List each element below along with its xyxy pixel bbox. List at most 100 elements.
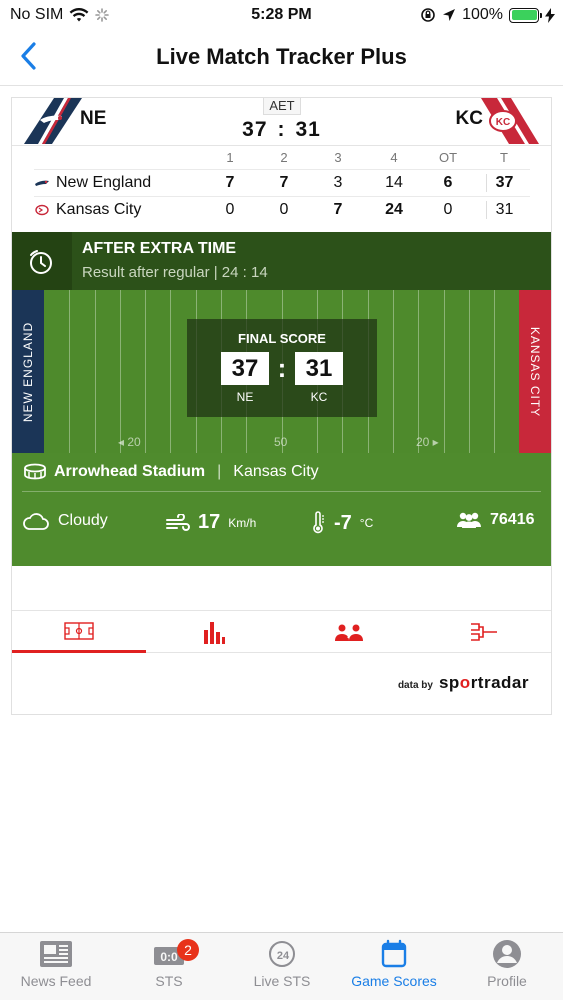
brand-part-a: sp [438, 673, 460, 692]
yard-line [95, 290, 96, 453]
weather-info: Cloudy [22, 511, 108, 531]
yard-line [170, 290, 171, 453]
football-field: NEW ENGLAND KANSAS CITY ◂ 20 50 20 ▸ FIN… [12, 290, 551, 453]
away-period-score: 0 [279, 201, 289, 218]
venue-info: Arrowhead Stadium | Kansas City Cloudy 1… [12, 453, 551, 566]
venue-divider-line [22, 491, 541, 492]
players-icon [335, 624, 363, 641]
wind-info: 17 Km/h [166, 511, 256, 534]
tabbar-item-game-scores[interactable]: Game Scores [338, 939, 450, 1001]
tabbar-item-news-feed[interactable]: News Feed [0, 939, 112, 1001]
yard-line [393, 290, 394, 453]
thermometer-icon [313, 511, 324, 534]
yard-line [69, 290, 70, 453]
yard-line [469, 290, 470, 453]
battery-icon [509, 7, 542, 23]
tracker-tabs [12, 610, 551, 653]
table-header-row: 1 2 3 4 OT T [34, 147, 530, 169]
table-row: Kansas City 0 0 7 24 0 31 [34, 197, 530, 225]
profile-icon [493, 940, 521, 968]
tab-field[interactable] [12, 611, 146, 653]
yard-line [494, 290, 495, 453]
brand-part-c: rtradar [470, 673, 529, 692]
live-24-icon: 24 [268, 941, 295, 967]
attendance-info: 76416 [456, 511, 535, 529]
bracket-icon [471, 623, 497, 641]
attendance-count: 76416 [490, 511, 535, 528]
bar-chart-icon [204, 622, 225, 644]
final-score-separator: : [277, 353, 287, 383]
cloud-icon [23, 513, 49, 530]
notification-badge: 2 [177, 939, 199, 961]
svg-text:KC: KC [496, 117, 510, 128]
col-header: OT [438, 150, 458, 165]
tab-bracket[interactable] [417, 611, 551, 653]
final-score-label: FINAL SCORE [238, 331, 326, 346]
final-away-abbr: KC [310, 390, 328, 404]
final-home-score: 37 [221, 352, 269, 385]
tabbar-item-profile[interactable]: Profile [451, 939, 563, 1001]
tabbar-label: News Feed [20, 973, 92, 989]
event-title: AFTER EXTRA TIME [82, 240, 237, 257]
page-title: Live Match Tracker Plus [156, 44, 407, 69]
tabbar-label: Live STS [253, 973, 311, 989]
scoreboard-header: NE AET 37:31 KC KC [12, 98, 551, 146]
home-team-name: New England [56, 174, 152, 191]
svg-text:0:0: 0:0 [160, 950, 178, 964]
period-score-table: 1 2 3 4 OT T New England 7 7 3 14 6 37 K… [34, 147, 530, 225]
yard-line [120, 290, 121, 453]
tabbar-label: STS [155, 973, 183, 989]
temperature-value: -7 [334, 511, 352, 534]
col-header: 2 [280, 150, 288, 165]
new-england-mini-logo-icon [35, 180, 49, 186]
col-header: T [500, 150, 508, 165]
tabbar-item-sts[interactable]: 0:0 2 STS [113, 939, 225, 1001]
yard-marker-left: ◂ 20 [118, 435, 141, 449]
brand-part-b: o [459, 673, 471, 692]
attendance-icon [457, 512, 481, 528]
venue-city: Kansas City [233, 463, 319, 480]
yard-line [418, 290, 419, 453]
yard-marker-right: 20 ▸ [416, 435, 439, 449]
tabbar-item-live-sts[interactable]: 24 Live STS [226, 939, 338, 1001]
away-total-score: 31 [486, 201, 522, 219]
tab-lineups[interactable] [282, 611, 416, 653]
away-period-score: 0 [443, 201, 453, 218]
home-period-score: 7 [225, 174, 235, 191]
weather-label: Cloudy [58, 512, 108, 529]
charging-icon [545, 7, 555, 23]
home-total-score: 37 [486, 174, 522, 192]
status-bar: No SIM 5:28 PM 100% [0, 0, 563, 30]
yard-line [444, 290, 445, 453]
stadium-icon [24, 463, 46, 480]
location-icon [443, 9, 456, 21]
final-away-score: 31 [295, 352, 343, 385]
final-home-abbr: NE [236, 390, 254, 404]
home-endzone: NEW ENGLAND [12, 290, 44, 453]
away-period-score: 24 [385, 201, 403, 218]
svg-text:24: 24 [277, 950, 290, 962]
home-period-score: 14 [385, 174, 403, 191]
home-period-score: 3 [333, 174, 343, 191]
stopwatch-icon [30, 250, 52, 274]
home-period-score: 7 [279, 174, 289, 191]
table-row: New England 7 7 3 14 6 37 [34, 169, 530, 197]
match-status-badge: AET [263, 98, 301, 115]
col-header: 1 [226, 150, 234, 165]
event-subtitle: Result after regular | 24 : 14 [82, 264, 268, 281]
data-provider-credit: data by sportradar [398, 673, 529, 693]
stadium-name: Arrowhead Stadium [54, 463, 206, 480]
tabbar-label: Profile [487, 973, 527, 989]
away-endzone: KANSAS CITY [519, 290, 551, 453]
temperature-unit: °C [359, 516, 374, 530]
orientation-lock-icon [421, 8, 435, 22]
tab-stats[interactable] [147, 611, 281, 653]
status-right: 100% [420, 6, 555, 24]
away-score: 31 [295, 118, 321, 141]
match-tracker-card: NE AET 37:31 KC KC 1 2 3 4 OT T New Engl… [11, 97, 552, 715]
newspaper-icon [40, 941, 72, 967]
away-team-name: Kansas City [56, 201, 142, 218]
event-icon-box [12, 232, 72, 290]
battery-percent: 100% [462, 6, 503, 23]
wind-unit: Km/h [228, 515, 257, 530]
